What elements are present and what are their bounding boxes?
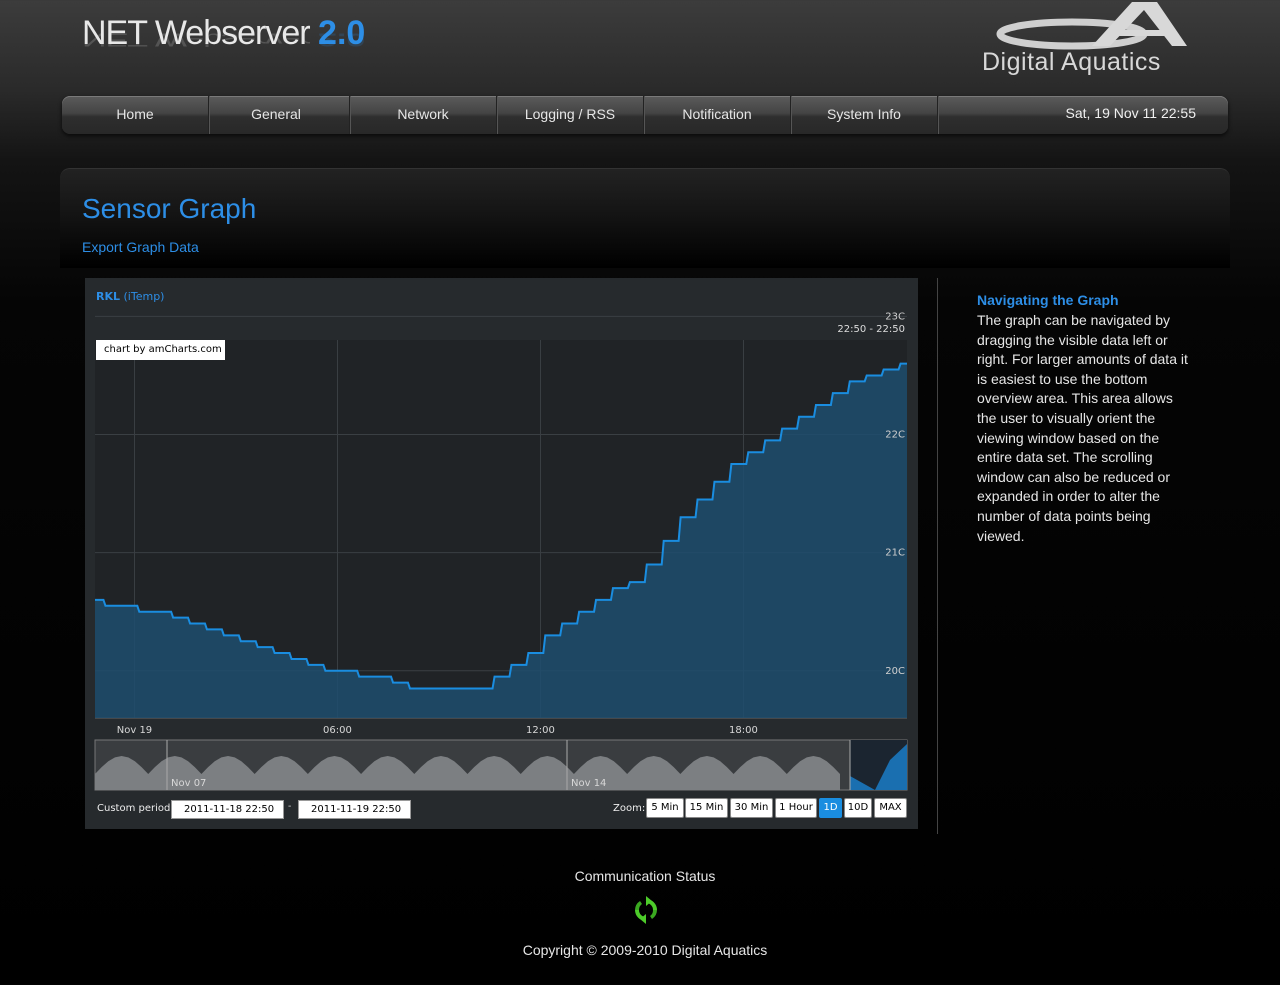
- main-nav: Home General Network Logging / RSS Notif…: [62, 96, 1228, 134]
- x-axis: Nov 19 06:00 12:00 18:00: [117, 725, 758, 736]
- brand-reflection: NET Webserver 2.0: [82, 29, 366, 50]
- logo-text: Digital Aquatics: [982, 48, 1161, 76]
- zoom-15min-button[interactable]: 15 Min: [685, 798, 728, 818]
- period-to-input[interactable]: 2011-11-19 22:50: [298, 800, 411, 819]
- y-tick-label: 23C: [885, 311, 905, 322]
- series-label: RKL (iTemp): [96, 290, 165, 303]
- range-label: 22:50 - 22:50: [837, 324, 905, 335]
- nav-network[interactable]: Network: [350, 96, 497, 134]
- y-tick-label: 22C: [885, 430, 905, 441]
- zoom-10d-button[interactable]: 10D: [844, 798, 872, 818]
- chart-scrollbar[interactable]: Nov 07 Nov 14: [94, 739, 908, 791]
- zoom-30min-button[interactable]: 30 Min: [730, 798, 773, 818]
- zoom-max-button[interactable]: MAX: [874, 798, 907, 818]
- zoom-1d-button[interactable]: 1D: [819, 798, 842, 818]
- copyright-text: Copyright © 2009-2010 Digital Aquatics: [522, 942, 768, 958]
- zoom-1hour-button[interactable]: 1 Hour: [775, 798, 817, 818]
- sensor-chart[interactable]: 20C21C22C23C24C Nov 1906:0012:0018:00 No…: [85, 278, 918, 829]
- scrollbar-label: Nov 14: [571, 778, 606, 789]
- help-text: The graph can be navigated by dragging t…: [977, 312, 1188, 544]
- export-graph-data-link[interactable]: Export Graph Data: [82, 239, 199, 255]
- y-tick-label: 20C: [885, 666, 905, 677]
- x-tick-label: 18:00: [729, 725, 758, 736]
- zoom-label: Zoom:: [613, 803, 646, 814]
- period-separator: -: [288, 801, 292, 812]
- nav-general[interactable]: General: [203, 96, 350, 134]
- column-divider: [937, 278, 938, 834]
- x-tick-label: Nov 19: [117, 725, 152, 736]
- nav-system-info[interactable]: System Info: [791, 96, 938, 134]
- page-title: Sensor Graph: [82, 193, 257, 224]
- zoom-5min-button[interactable]: 5 Min: [646, 798, 684, 818]
- digital-aquatics-logo-icon: [996, 2, 1187, 50]
- x-tick-label: 12:00: [526, 725, 555, 736]
- amcharts-credit-link[interactable]: chart by amCharts.com: [96, 340, 225, 360]
- custom-period-label: Custom period:: [97, 803, 174, 814]
- communication-status-label: Communication Status: [574, 868, 716, 884]
- x-tick-label: 06:00: [323, 725, 352, 736]
- y-tick-label: 21C: [885, 548, 905, 559]
- nav-notification[interactable]: Notification: [644, 96, 791, 134]
- refresh-arrows-icon: [635, 896, 657, 924]
- help-title: Navigating the Graph: [977, 292, 1119, 308]
- period-from-input[interactable]: 2011-11-18 22:50: [171, 800, 284, 819]
- nav-home[interactable]: Home: [62, 96, 209, 134]
- nav-logging-rss[interactable]: Logging / RSS: [497, 96, 644, 134]
- nav-datetime: Sat, 19 Nov 11 22:55: [1065, 105, 1197, 121]
- chart-canvas[interactable]: 20C21C22C23C24C Nov 1906:0012:0018:00 No…: [85, 278, 918, 829]
- scrollbar-label: Nov 07: [171, 778, 206, 789]
